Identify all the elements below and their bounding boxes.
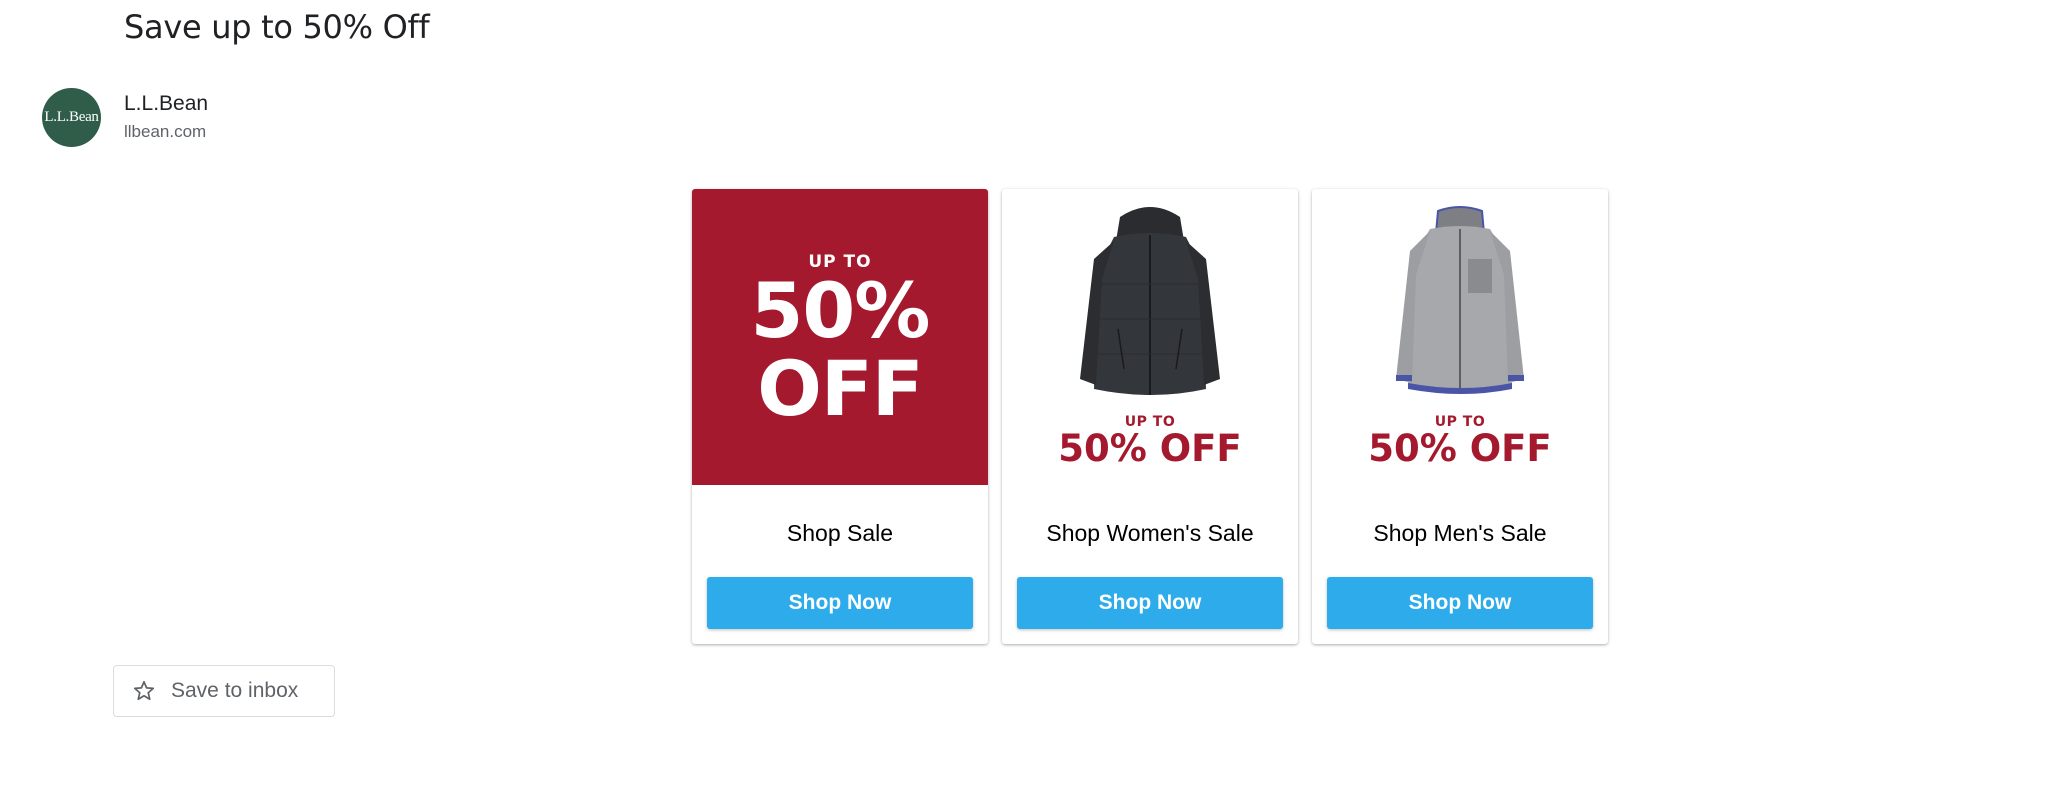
star-icon: [133, 680, 155, 701]
card-shop-mens-sale[interactable]: UP TO 50% OFF Shop Men's Sale Shop Now: [1312, 189, 1608, 644]
shop-now-button[interactable]: Shop Now: [1017, 577, 1283, 629]
promo-percent-text: 50%: [750, 266, 931, 355]
sender-domain: llbean.com: [124, 122, 207, 141]
save-to-inbox-button[interactable]: Save to inbox: [113, 665, 335, 717]
promo-off-text: OFF: [757, 344, 923, 433]
save-to-inbox-label: Save to inbox: [171, 679, 299, 702]
sale-banner-image[interactable]: UP TO 50% OFF: [692, 189, 988, 485]
shop-now-button[interactable]: Shop Now: [1327, 577, 1593, 629]
card-shop-womens-sale[interactable]: UP TO 50% OFF Shop Women's Sale Shop Now: [1002, 189, 1298, 644]
card-label: Shop Women's Sale: [1046, 520, 1254, 546]
shop-now-button[interactable]: Shop Now: [707, 577, 973, 629]
sender-avatar: L.L.Bean: [42, 88, 101, 147]
email-subject: Save up to 50% Off: [124, 8, 430, 46]
mini-off-text: 50% OFF: [1368, 427, 1552, 470]
sender-name: L.L.Bean: [124, 92, 209, 115]
card-label: Shop Sale: [786, 520, 894, 546]
card-shop-sale[interactable]: UP TO 50% OFF Shop Sale Shop Now: [692, 189, 988, 644]
card-label: Shop Men's Sale: [1373, 520, 1547, 546]
womens-jacket-image[interactable]: UP TO 50% OFF: [1002, 189, 1298, 485]
mini-off-text: 50% OFF: [1058, 427, 1242, 470]
promo-cards: UP TO 50% OFF Shop Sale Shop Now UP TO 5…: [692, 189, 1608, 644]
mens-fleece-image[interactable]: UP TO 50% OFF: [1312, 189, 1608, 485]
